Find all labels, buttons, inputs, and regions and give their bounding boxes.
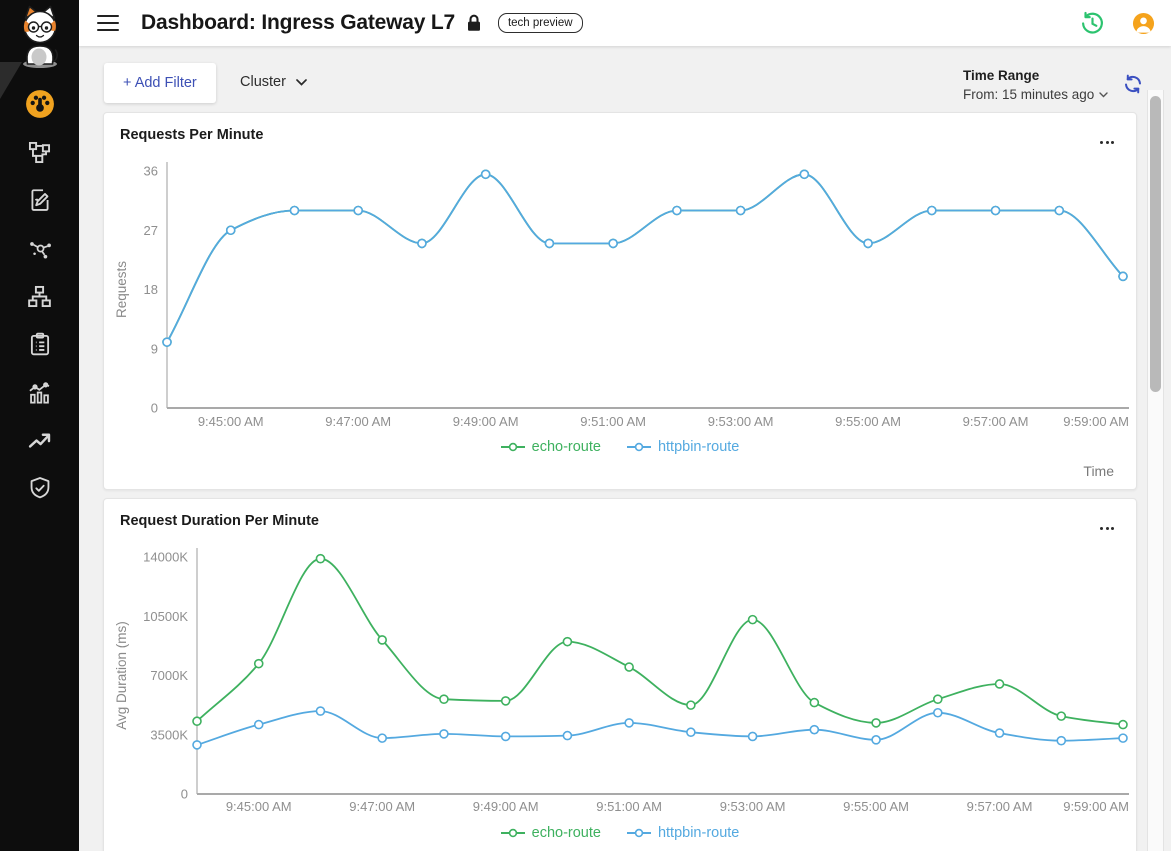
app-header: Dashboard: Ingress Gateway L7 tech previ… (79, 0, 1171, 46)
cluster-dropdown[interactable]: Cluster (240, 74, 307, 90)
svg-text:9:59:00 AM: 9:59:00 AM (1063, 799, 1129, 814)
svg-text:9:45:00 AM: 9:45:00 AM (198, 414, 264, 429)
legend-item-httpbin-route[interactable]: httpbin-route (627, 439, 739, 455)
refresh-icon[interactable] (1123, 74, 1143, 97)
shield-check-icon (27, 475, 53, 501)
scrollbar-thumb[interactable] (1150, 96, 1161, 392)
kuma-logo[interactable] (15, 5, 65, 74)
gauge-icon (25, 89, 55, 119)
svg-text:10500K: 10500K (143, 609, 188, 624)
chart-menu-button[interactable] (1098, 137, 1116, 148)
legend-marker-icon (501, 827, 525, 839)
svg-text:9:51:00 AM: 9:51:00 AM (596, 799, 662, 814)
svg-text:0: 0 (181, 787, 188, 802)
svg-text:9:53:00 AM: 9:53:00 AM (720, 799, 786, 814)
svg-text:14000K: 14000K (143, 550, 188, 565)
dashboard-content: + Add Filter Cluster Time Range From: 15… (79, 46, 1171, 851)
time-range-selector[interactable]: Time Range From: 15 minutes ago (963, 68, 1108, 102)
requests-per-minute-card: Requests Per Minute 0 9 18 27 36 9:45:00 AM 9:… (103, 112, 1137, 490)
sitemap-icon (26, 283, 53, 310)
svg-text:Avg Duration (ms): Avg Duration (ms) (114, 621, 129, 730)
legend-label: httpbin-route (658, 825, 739, 841)
topology-icon (26, 139, 53, 166)
chevron-down-icon (1099, 92, 1108, 98)
chart-legend: echo-route httpbin-route (104, 439, 1136, 455)
legend-item-echo-route[interactable]: echo-route (501, 439, 601, 455)
svg-text:9:49:00 AM: 9:49:00 AM (453, 414, 519, 429)
svg-text:27: 27 (144, 223, 158, 238)
legend-label: echo-route (532, 439, 601, 455)
clipboard-icon (27, 331, 53, 357)
header-actions (1080, 11, 1171, 36)
share-network-icon (27, 235, 53, 261)
svg-text:9:45:00 AM: 9:45:00 AM (226, 799, 292, 814)
svg-text:9:55:00 AM: 9:55:00 AM (843, 799, 909, 814)
legend-label: echo-route (532, 825, 601, 841)
sidebar (0, 0, 79, 851)
chevron-down-icon (296, 79, 307, 86)
legend-item-echo-route[interactable]: echo-route (501, 825, 601, 841)
svg-text:9:51:00 AM: 9:51:00 AM (580, 414, 646, 429)
legend-item-httpbin-route[interactable]: httpbin-route (627, 825, 739, 841)
chart-title: Request Duration Per Minute (120, 513, 319, 529)
sidebar-item-gauge[interactable] (25, 89, 55, 119)
svg-text:9:59:00 AM: 9:59:00 AM (1063, 414, 1129, 429)
time-range-value: From: 15 minutes ago (963, 87, 1094, 102)
legend-marker-icon (627, 827, 651, 839)
svg-text:7000K: 7000K (150, 668, 188, 683)
svg-text:9:55:00 AM: 9:55:00 AM (835, 414, 901, 429)
sidebar-item-topology[interactable] (25, 137, 55, 167)
user-avatar-icon[interactable] (1132, 12, 1155, 35)
sidebar-item-trending-up[interactable] (25, 425, 55, 455)
sidebar-item-sitemap[interactable] (25, 281, 55, 311)
svg-text:3500K: 3500K (150, 727, 188, 742)
trending-up-icon (26, 426, 54, 454)
svg-text:9:57:00 AM: 9:57:00 AM (967, 799, 1033, 814)
bar-chart-icon (26, 379, 53, 406)
lock-icon (466, 14, 482, 32)
menu-icon[interactable] (97, 15, 119, 31)
svg-text:9:49:00 AM: 9:49:00 AM (473, 799, 539, 814)
sidebar-item-clipboard[interactable] (25, 329, 55, 359)
duration-chart-canvas: 0 3500K 7000K 10500K 14000K 9:45:00 AM 9:47:00… (104, 535, 1138, 819)
sidebar-nav (0, 89, 79, 503)
svg-text:9:57:00 AM: 9:57:00 AM (963, 414, 1029, 429)
request-duration-card: Request Duration Per Minute 0 3500K 7000K 1… (103, 498, 1137, 851)
sidebar-item-shield-check[interactable] (25, 473, 55, 503)
svg-text:18: 18 (144, 282, 158, 297)
svg-text:9:47:00 AM: 9:47:00 AM (349, 799, 415, 814)
sidebar-item-document-edit[interactable] (25, 185, 55, 215)
tech-preview-badge: tech preview (498, 13, 583, 33)
time-range-label: Time Range (963, 68, 1108, 83)
legend-marker-icon (501, 441, 525, 453)
cluster-dropdown-label: Cluster (240, 74, 286, 90)
chart-title: Requests Per Minute (120, 127, 263, 143)
chart-legend: echo-route httpbin-route (104, 825, 1136, 841)
x-axis-title: Time (1083, 463, 1114, 479)
legend-label: httpbin-route (658, 439, 739, 455)
document-edit-icon (27, 187, 53, 213)
add-filter-button[interactable]: + Add Filter (104, 63, 216, 103)
page-title: Dashboard: Ingress Gateway L7 (141, 11, 455, 35)
chart-menu-button[interactable] (1098, 523, 1116, 534)
svg-text:36: 36 (144, 164, 158, 179)
svg-text:Requests: Requests (114, 261, 129, 318)
sidebar-item-bar-chart[interactable] (25, 377, 55, 407)
svg-text:0: 0 (151, 401, 158, 416)
svg-text:9:47:00 AM: 9:47:00 AM (325, 414, 391, 429)
scrollbar-track[interactable] (1147, 90, 1164, 851)
svg-text:9:53:00 AM: 9:53:00 AM (708, 414, 774, 429)
history-icon[interactable] (1080, 11, 1105, 36)
sidebar-item-share-network[interactable] (25, 233, 55, 263)
requests-chart-canvas: 0 9 18 27 36 9:45:00 AM 9:47:00 AM 9:49:00 AM 9:… (104, 149, 1138, 433)
legend-marker-icon (627, 441, 651, 453)
svg-text:9: 9 (151, 341, 158, 356)
